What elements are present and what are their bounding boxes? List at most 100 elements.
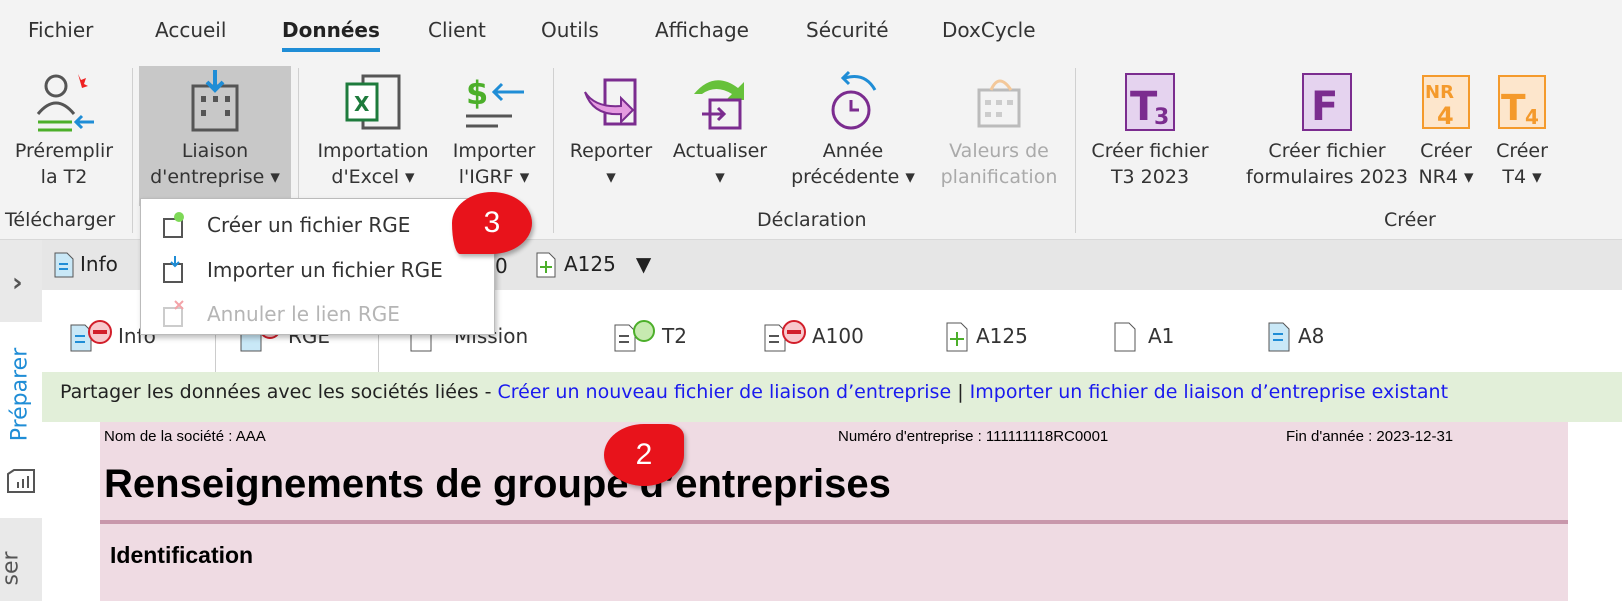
label: A125 <box>976 324 1028 348</box>
svg-text:4: 4 <box>1437 102 1454 130</box>
label: Créer fichier <box>1268 140 1386 162</box>
create-t3-button[interactable]: T3 Créer fichier T3 2023 <box>1082 66 1218 206</box>
create-link-file-link[interactable]: Créer un nouveau fichier de liaison d’en… <box>498 381 952 403</box>
previous-year-button[interactable]: Année précédente ▾ <box>782 66 924 206</box>
tab-a1[interactable]: A1 <box>1114 320 1174 352</box>
building-import-icon <box>191 70 239 132</box>
banner-text: Partager les données avec les sociétés l… <box>60 381 498 403</box>
tab-accueil[interactable]: Accueil <box>155 18 226 42</box>
svg-text:X: X <box>354 92 370 116</box>
tab-outils[interactable]: Outils <box>541 18 599 42</box>
svg-text:3: 3 <box>1154 105 1169 130</box>
report-icon <box>7 469 35 493</box>
callout-badge-3: 3 <box>452 192 532 254</box>
tab-t2[interactable]: T2 <box>614 320 687 352</box>
dropdown-arrow-icon: ▼ <box>635 252 652 276</box>
label: la T2 <box>40 166 88 188</box>
sidebar-label: Préparer <box>7 347 33 442</box>
group-label-declaration: Déclaration <box>757 209 867 231</box>
label: T3 2023 <box>1110 166 1190 188</box>
label: Créer fichier <box>1091 140 1209 162</box>
refresh-icon <box>694 80 744 130</box>
building-new-icon <box>163 212 184 238</box>
label: A8 <box>1298 324 1325 348</box>
doc-add-icon <box>946 322 968 352</box>
separator <box>132 68 133 233</box>
tab-a100[interactable]: A100 <box>764 320 864 352</box>
create-nr4-button[interactable]: NR 4 Créer NR4 ▾ <box>1408 66 1484 206</box>
doc-icon <box>1114 322 1136 352</box>
doc-add-icon <box>536 252 556 278</box>
prefill-t2-button[interactable]: Préremplir la T2 <box>4 66 124 206</box>
sidebar-tab-preparer[interactable]: Préparer <box>0 322 42 518</box>
tab-fichier[interactable]: Fichier <box>28 18 93 42</box>
sidebar-tab-other[interactable]: ser <box>0 551 24 585</box>
t3-icon: T3 <box>1125 73 1175 131</box>
label: Importation <box>317 140 429 162</box>
bar-item-a125[interactable]: A125 ▼ <box>536 252 651 278</box>
building-unlink-icon <box>163 300 184 327</box>
create-forms-button[interactable]: F Créer fichier formulaires 2023 <box>1244 66 1410 206</box>
label: A125 <box>564 252 616 276</box>
label: Créer <box>1496 140 1548 162</box>
tab-a125[interactable]: A125 <box>946 320 1028 352</box>
page-title: Renseignements de groupe d’entreprises <box>104 462 891 506</box>
label: précédente ▾ <box>791 166 915 188</box>
business-link-button[interactable]: Liaison d'entreprise ▾ <box>139 66 291 206</box>
section-heading: Identification <box>110 542 254 568</box>
nr4-icon: NR4 <box>1422 75 1470 130</box>
label: Annuler le lien RGE <box>207 302 400 326</box>
svg-text:F: F <box>1311 84 1338 130</box>
dollar-import-icon: $ <box>466 74 524 128</box>
tab-donnees[interactable]: Données <box>282 18 380 52</box>
callout-badge-2: 2 <box>604 424 684 486</box>
create-t4-button[interactable]: T4 Créer T4 ▾ <box>1486 66 1558 206</box>
menu-item-import-rge[interactable]: Importer un fichier RGE <box>141 248 494 292</box>
label: T4 ▾ <box>1502 166 1542 188</box>
tab-securite[interactable]: Sécurité <box>806 18 889 42</box>
menu-bar: Fichier Accueil Données Client Outils Af… <box>0 0 1622 62</box>
divider <box>100 520 1568 524</box>
doc-error-icon <box>764 320 806 352</box>
tab-client[interactable]: Client <box>428 18 486 42</box>
separator: | <box>951 381 970 403</box>
label: Info <box>80 252 118 276</box>
import-igrf-button[interactable]: $ Importer l'IGRF ▾ <box>444 66 544 206</box>
label: ▾ <box>606 166 616 188</box>
label: Importer <box>452 140 536 162</box>
excel-import-button[interactable]: X Importation d'Excel ▾ <box>306 66 440 206</box>
tab-a8[interactable]: A8 <box>1268 320 1324 352</box>
menu-item-create-rge[interactable]: Créer un fichier RGE <box>141 203 494 247</box>
reporter-button[interactable]: Reporter ▾ <box>560 66 662 206</box>
bar-item-info[interactable]: Info <box>54 252 118 278</box>
label: A100 <box>812 324 864 348</box>
form-content: Nom de la société : AAA Numéro d'entrepr… <box>100 422 1568 601</box>
calendar-icon <box>977 79 1021 128</box>
planning-values-button[interactable]: Valeurs de planification <box>930 66 1068 206</box>
label: planification <box>940 166 1058 188</box>
label: Année <box>822 140 884 162</box>
label: Liaison <box>181 140 249 162</box>
label: A1 <box>1148 324 1175 348</box>
link-banner: Partager les données avec les sociétés l… <box>42 372 1622 422</box>
label: ▾ <box>715 166 725 188</box>
bar-item-partial[interactable]: 0 <box>495 254 508 278</box>
label: T2 <box>662 324 687 348</box>
label: l'IGRF ▾ <box>458 166 530 188</box>
tab-affichage[interactable]: Affichage <box>655 18 749 42</box>
menu-item-cancel-rge[interactable]: Annuler le lien RGE <box>141 292 494 336</box>
expand-icon[interactable]: › <box>12 268 23 298</box>
doc-check-icon <box>614 320 655 352</box>
label: NR4 ▾ <box>1418 166 1474 188</box>
tab-doxcycle[interactable]: DoxCycle <box>942 18 1036 42</box>
import-link-file-link[interactable]: Importer un fichier de liaison d’entrepr… <box>970 381 1448 403</box>
group-label-creer: Créer <box>1384 209 1436 231</box>
label: formulaires 2023 <box>1246 166 1408 188</box>
label: d'entreprise ▾ <box>150 166 280 188</box>
label: Valeurs de <box>949 140 1049 162</box>
business-number: Numéro d'entreprise : 111111118RC0001 <box>838 428 1109 445</box>
svg-text:NR: NR <box>1425 82 1454 103</box>
doc-icon <box>1268 322 1290 352</box>
refresh-button[interactable]: Actualiser ▾ <box>665 66 775 206</box>
company-name: Nom de la société : AAA <box>104 428 266 445</box>
